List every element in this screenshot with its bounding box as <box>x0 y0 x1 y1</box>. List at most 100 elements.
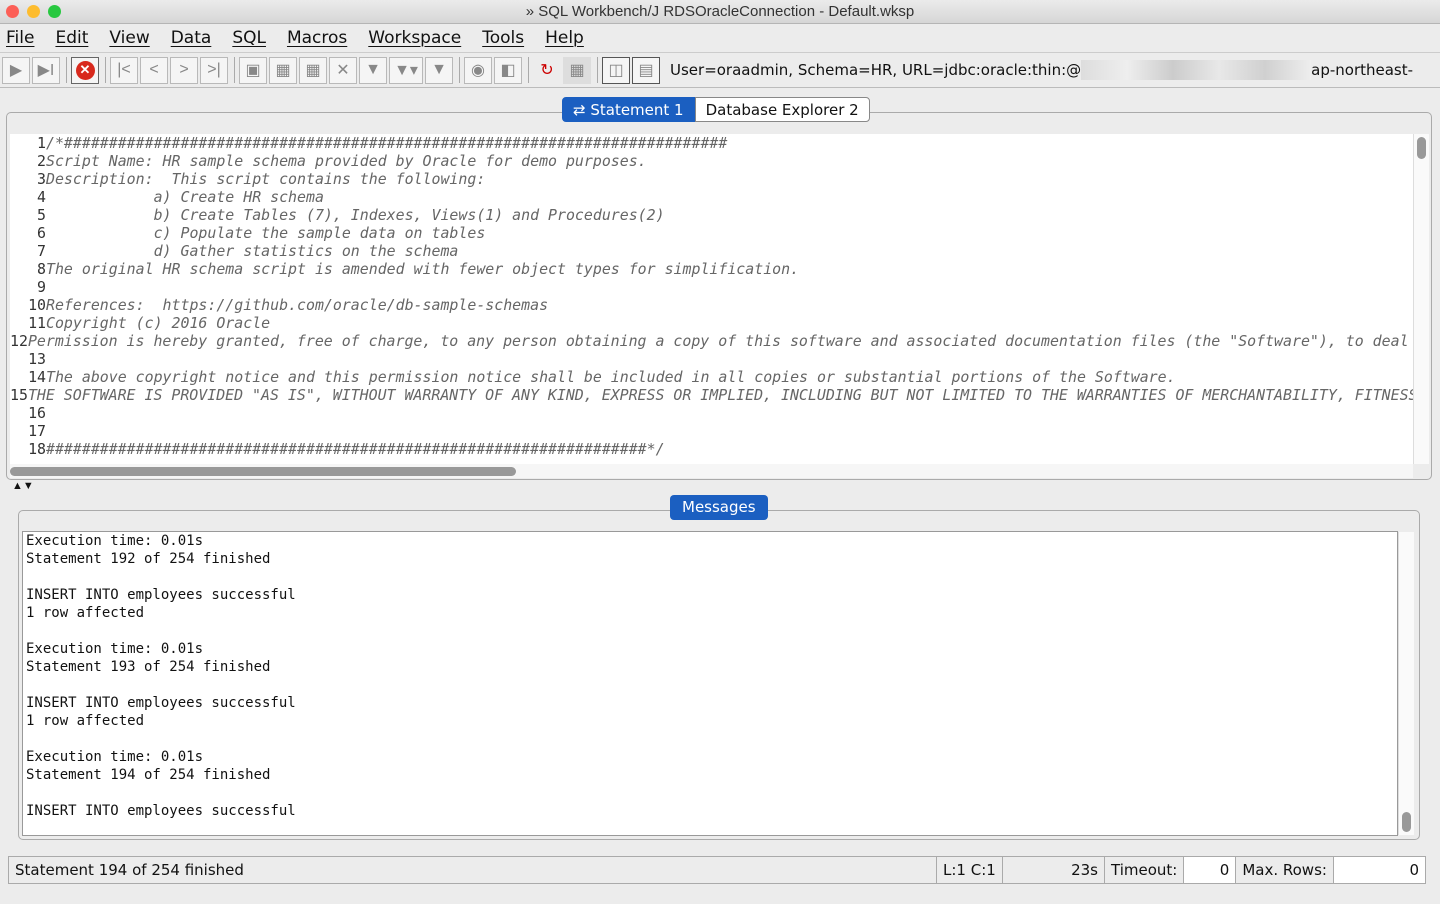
show-objects-icon[interactable]: ▤ <box>632 56 660 84</box>
tab-label: Statement 1 <box>590 101 684 119</box>
code-text: /*######################################… <box>46 134 728 152</box>
messages-output: Execution time: 0.01s Statement 192 of 2… <box>22 531 1398 836</box>
editor-line: 12 Permission is hereby granted, free of … <box>10 332 1413 350</box>
scrollbar-thumb[interactable] <box>1417 137 1426 159</box>
cancel-icon[interactable]: ✕ <box>71 56 99 84</box>
database-explorer-icon[interactable]: ◫ <box>602 56 630 84</box>
timeout-input[interactable]: 0 <box>1184 857 1237 883</box>
editor-line: 15 THE SOFTWARE IS PROVIDED "AS IS", WITH… <box>10 386 1413 404</box>
connection-info-text: User=oraadmin, Schema=HR, URL=jdbc:oracl… <box>670 61 1082 79</box>
tab-statement-1[interactable]: ⇄ Statement 1 <box>562 97 695 122</box>
line-number: 16 <box>28 404 46 422</box>
line-number: 13 <box>28 350 46 368</box>
statement-icon: ⇄ <box>573 101 591 119</box>
copy-row-icon[interactable]: ▦ <box>299 56 327 84</box>
editor-vertical-scrollbar[interactable] <box>1413 134 1429 464</box>
editor-line: 3 Description: This script contains the f… <box>10 170 1413 188</box>
code-text: Script Name: HR sample schema provided b… <box>46 152 647 170</box>
menu-help[interactable]: Help <box>545 28 584 48</box>
timeout-label: Timeout: <box>1105 857 1185 883</box>
line-number: 9 <box>37 278 46 296</box>
tab-database-explorer-2[interactable]: Database Explorer 2 <box>694 97 870 122</box>
line-number: 18 <box>28 440 46 458</box>
menu-sql[interactable]: SQL <box>232 28 266 48</box>
code-text: Copyright (c) 2016 Oracle <box>46 314 271 332</box>
menu-view[interactable]: View <box>109 28 149 48</box>
filter-selected-icon[interactable]: ▼ <box>359 56 387 84</box>
scrollbar-thumb[interactable] <box>10 467 516 476</box>
menu-edit[interactable]: Edit <box>55 28 88 48</box>
tab-label: Database Explorer 2 <box>705 101 859 119</box>
line-number: 6 <box>37 224 46 242</box>
line-number: 12 <box>10 332 28 350</box>
commit-icon[interactable]: ◉ <box>464 56 492 84</box>
editor-line: 7 d) Gather statistics on the schema <box>10 242 1413 260</box>
toolbar-separator <box>105 57 106 83</box>
tab-bar: ⇄ Statement 1 Database Explorer 2 <box>562 97 870 122</box>
code-text: References: https://github.com/oracle/db… <box>46 296 549 314</box>
line-number: 4 <box>37 188 46 206</box>
save-icon[interactable]: ▣ <box>239 56 267 84</box>
filter-icon[interactable]: ▼▾ <box>389 56 423 84</box>
max-rows-input[interactable]: 0 <box>1333 857 1425 883</box>
window-controls <box>6 5 61 18</box>
code-text: The above copyright notice and this perm… <box>46 368 1176 386</box>
window-title: » SQL Workbench/J RDSOracleConnection - … <box>525 3 915 20</box>
menu-workspace[interactable]: Workspace <box>368 28 461 48</box>
line-number: 11 <box>28 314 46 332</box>
auto-commit-icon[interactable]: ▦ <box>563 56 591 84</box>
menu-file[interactable]: File <box>6 28 34 48</box>
rollback-icon[interactable]: ◧ <box>494 56 522 84</box>
elapsed-time: 23s <box>1003 857 1105 883</box>
tab-messages[interactable]: Messages <box>670 495 768 520</box>
toolbar-separator <box>234 57 235 83</box>
menu-macros[interactable]: Macros <box>287 28 347 48</box>
code-text: a) Create HR schema <box>46 188 324 206</box>
close-window-button[interactable] <box>6 5 19 18</box>
line-number: 8 <box>37 260 46 278</box>
line-number: 2 <box>37 152 46 170</box>
code-text: ########################################… <box>46 440 665 458</box>
splitter-arrows-icon[interactable]: ▲▼ <box>12 480 34 492</box>
minimize-window-button[interactable] <box>27 5 40 18</box>
editor-line: 10 References: https://github.com/oracle/… <box>10 296 1413 314</box>
editor-line: 1/*#####################################… <box>10 134 1413 152</box>
insert-row-icon[interactable]: ▦ <box>269 56 297 84</box>
scrollbar-thumb[interactable] <box>1402 812 1411 832</box>
line-number: 17 <box>28 422 46 440</box>
title-bar: » SQL Workbench/J RDSOracleConnection - … <box>0 0 1440 24</box>
stop-on-error-icon[interactable]: ↻ <box>533 57 561 84</box>
editor-line: 8 The original HR schema script is amende… <box>10 260 1413 278</box>
line-number: 1 <box>37 134 46 152</box>
delete-row-icon[interactable]: ✕ <box>329 56 357 84</box>
maximize-window-button[interactable] <box>48 5 61 18</box>
last-icon[interactable]: >| <box>200 56 228 84</box>
line-number: 15 <box>10 386 28 404</box>
redacted-host <box>1081 60 1312 80</box>
toolbar-separator <box>459 57 460 83</box>
editor-line: 13 <box>10 350 1413 368</box>
editor-line: 6 c) Populate the sample data on tables <box>10 224 1413 242</box>
execute-current-icon[interactable]: ▶I <box>32 56 60 84</box>
messages-vertical-scrollbar[interactable] <box>1398 532 1414 835</box>
sql-editor[interactable]: 1/*#####################################… <box>10 134 1413 464</box>
editor-horizontal-scrollbar[interactable] <box>10 464 1413 478</box>
menu-tools[interactable]: Tools <box>482 28 524 48</box>
execute-icon[interactable]: ▶ <box>2 56 30 84</box>
connection-info: User=oraadmin, Schema=HR, URL=jdbc:oracl… <box>670 60 1413 80</box>
toolbar: ▶ ▶I ✕ |< < > >| ▣ ▦ ▦ ✕ ▼ ▼▾ ▼ ◉ ◧ ↻ ▦ … <box>0 52 1440 88</box>
next-icon[interactable]: > <box>170 56 198 84</box>
code-text: THE SOFTWARE IS PROVIDED "AS IS", WITHOU… <box>27 386 1413 404</box>
previous-icon[interactable]: < <box>140 56 168 84</box>
menu-data[interactable]: Data <box>171 28 212 48</box>
reset-filter-icon[interactable]: ▼ <box>425 56 453 84</box>
editor-line: 4 a) Create HR schema <box>10 188 1413 206</box>
line-number: 7 <box>37 242 46 260</box>
first-icon[interactable]: |< <box>110 56 138 84</box>
editor-line: 18 ######################################… <box>10 440 1413 458</box>
toolbar-separator <box>528 57 529 83</box>
editor-line: 2 Script Name: HR sample schema provided … <box>10 152 1413 170</box>
connection-info-suffix: ap-northeast- <box>1311 61 1414 79</box>
editor-line: 17 <box>10 422 1413 440</box>
code-text: The original HR schema script is amended… <box>46 260 800 278</box>
